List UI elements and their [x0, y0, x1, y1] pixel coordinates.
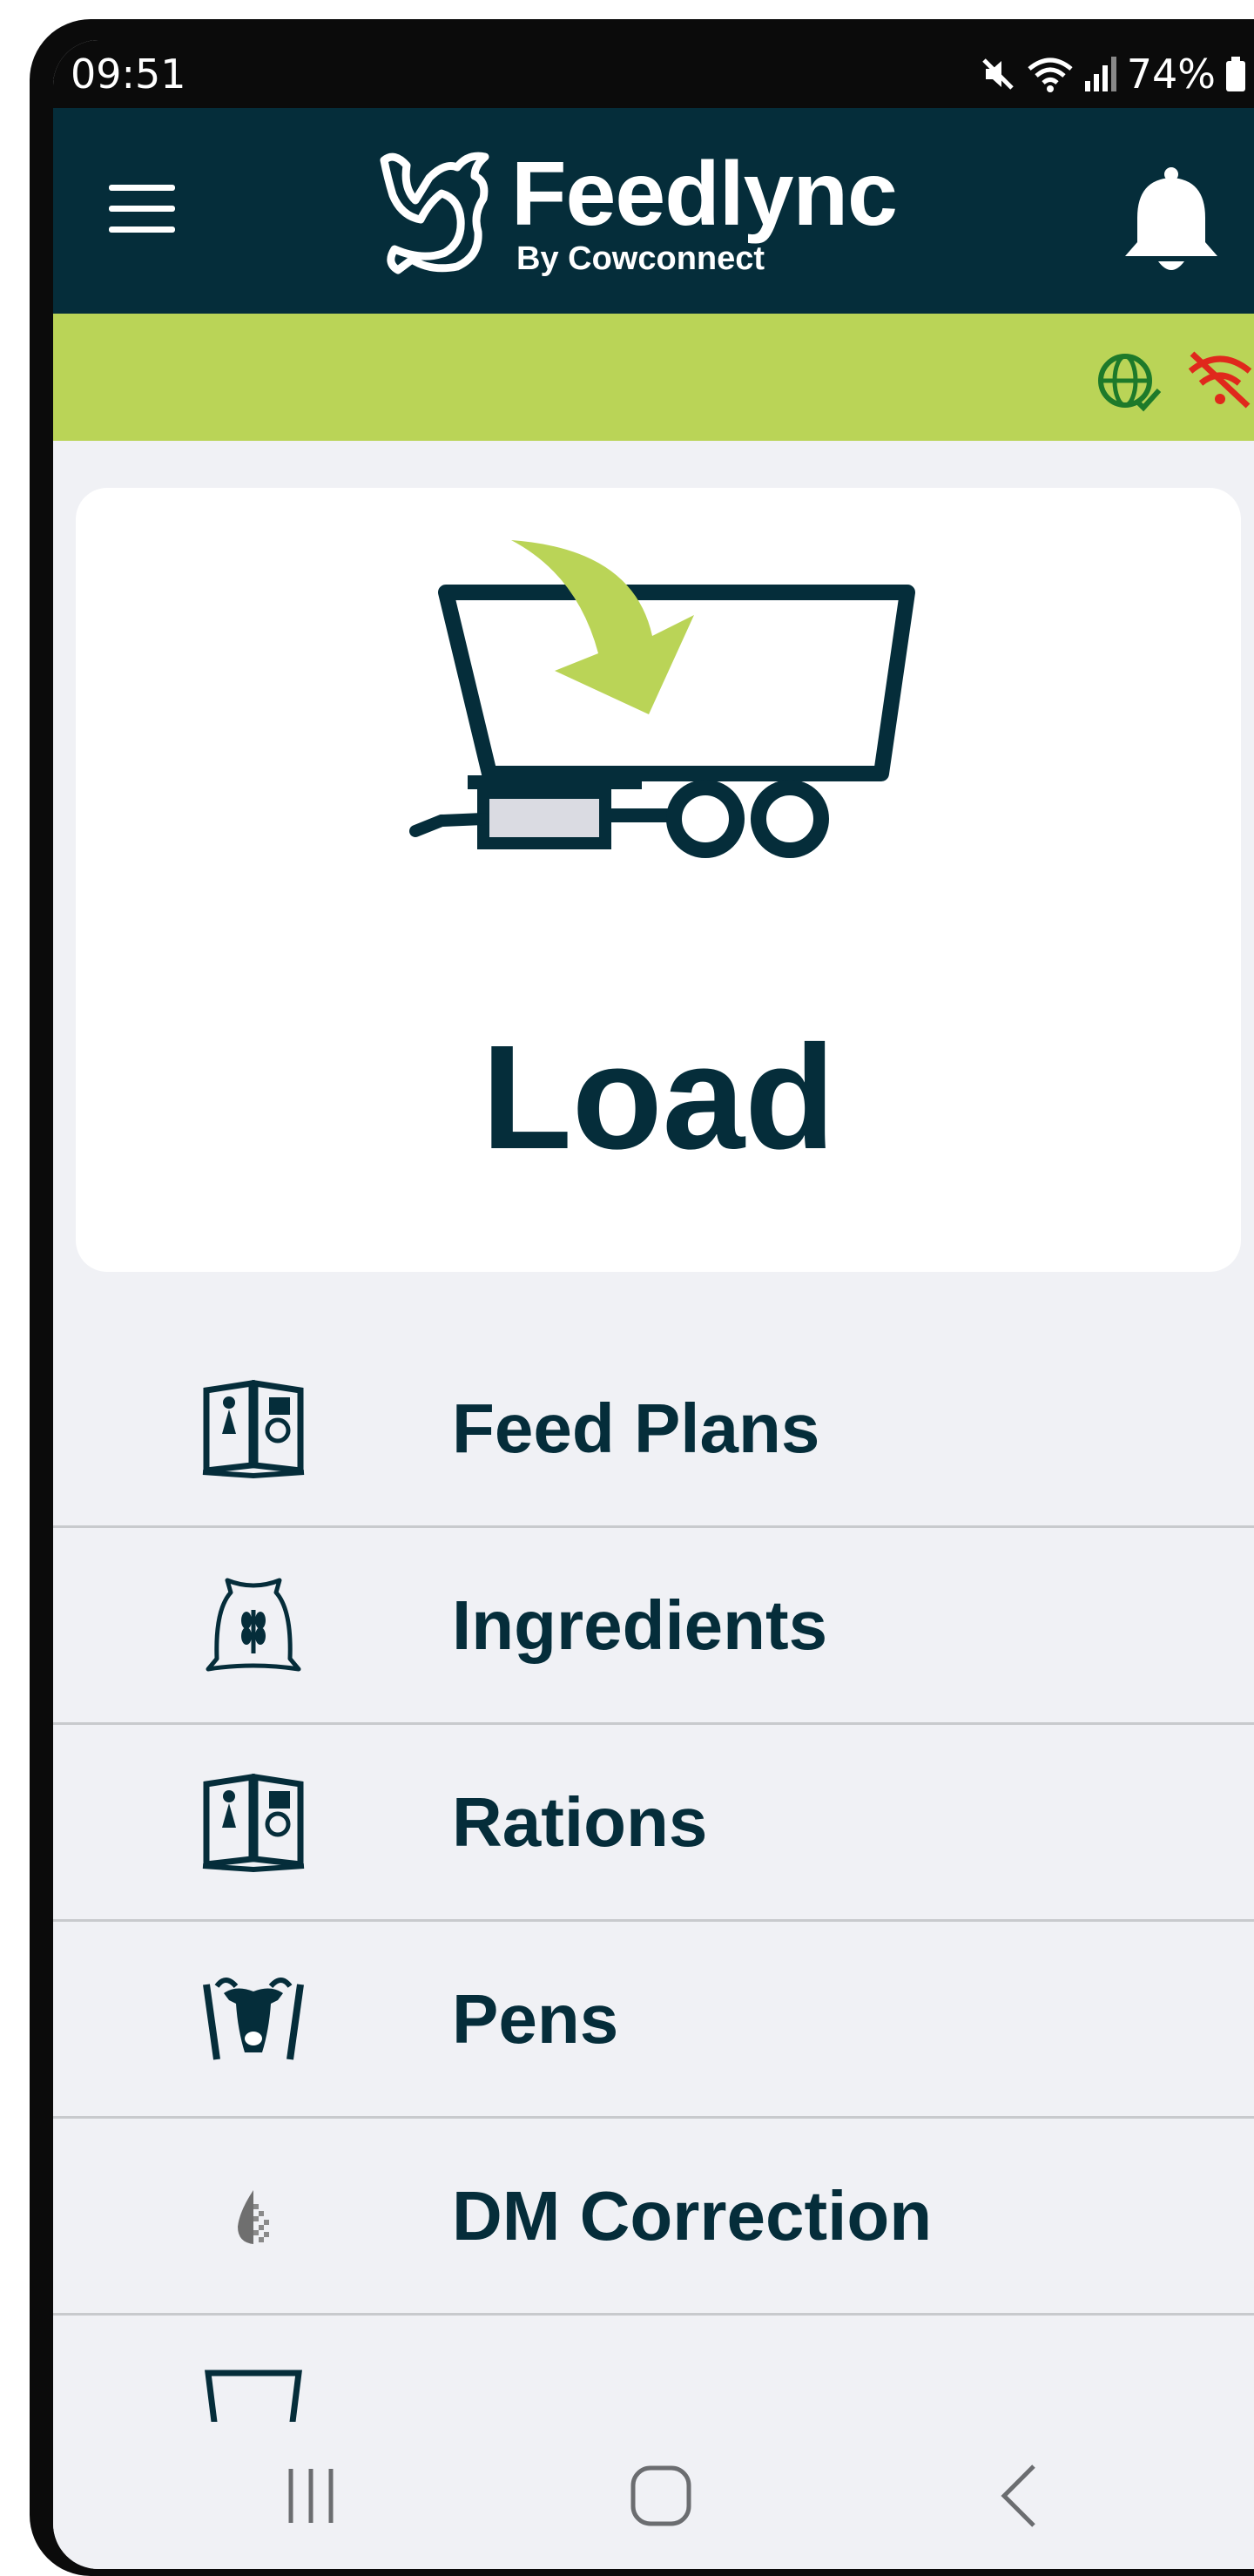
- menu-item-label: Feed Plans: [452, 1389, 820, 1467]
- cow-head-icon: [203, 1977, 304, 2060]
- battery-icon: [1226, 57, 1245, 91]
- wifi-off-icon: [1188, 351, 1252, 409]
- menu-item-dm-correction[interactable]: DM Correction: [53, 2119, 1254, 2316]
- connection-status-bar: [53, 314, 1254, 441]
- menu-item-ingredients[interactable]: Ingredients: [53, 1528, 1254, 1725]
- status-icons: 74%: [979, 40, 1247, 108]
- app-screen: 09:51 74% Feedlync By Cowconnect Load Fe…: [53, 40, 1254, 2569]
- droplet-icon: [238, 2189, 269, 2244]
- menu-item-rations[interactable]: Rations: [53, 1725, 1254, 1922]
- bell-icon: [1125, 167, 1217, 270]
- menu-item-label: Rations: [452, 1782, 708, 1861]
- wifi-icon: [1028, 57, 1073, 92]
- brand-subtitle: By Cowconnect: [516, 240, 765, 277]
- status-time: 09:51: [71, 51, 186, 98]
- menu-item-pens[interactable]: Pens: [53, 1922, 1254, 2119]
- home-icon: [630, 2465, 691, 2525]
- menu-item-feed-plans[interactable]: Feed Plans: [53, 1331, 1254, 1528]
- app-header: Feedlync By Cowconnect: [53, 108, 1254, 314]
- load-label: Load: [481, 1015, 836, 1180]
- ration-book-icon: [202, 1773, 305, 1872]
- mute-icon: [981, 58, 1014, 90]
- notifications-button[interactable]: [1120, 166, 1223, 279]
- brand-name: Feedlync: [511, 144, 898, 245]
- back-button[interactable]: [948, 2422, 1088, 2569]
- load-card-button[interactable]: Load: [76, 488, 1241, 1272]
- status-bar: 09:51 74%: [53, 40, 1254, 108]
- system-nav-bar: [53, 2422, 1254, 2569]
- menu-icon-bar: [109, 206, 175, 212]
- globe-online-icon: [1098, 354, 1162, 412]
- signal-icon: [1084, 57, 1116, 91]
- menu-icon-bar: [109, 185, 175, 191]
- main-menu-list: Feed Plans Ingredients Rations Pens DM C…: [53, 1331, 1254, 2512]
- feed-wagon-icon: [409, 540, 915, 858]
- recent-apps-button[interactable]: [241, 2422, 381, 2569]
- menu-item-label: Ingredients: [452, 1585, 828, 1664]
- back-icon: [1001, 2464, 1035, 2527]
- menu-icon-bar: [109, 226, 175, 233]
- battery-percent: 74%: [1126, 51, 1216, 98]
- home-button[interactable]: [591, 2422, 731, 2569]
- recent-apps-icon: [288, 2468, 334, 2523]
- hamburger-menu-button[interactable]: [105, 178, 179, 244]
- menu-item-label: Pens: [452, 1979, 619, 2058]
- grain-sack-icon: [206, 1578, 301, 1671]
- cow-logo-icon: [380, 152, 489, 274]
- menu-item-label: DM Correction: [452, 2176, 933, 2255]
- feed-plan-book-icon: [202, 1379, 305, 1478]
